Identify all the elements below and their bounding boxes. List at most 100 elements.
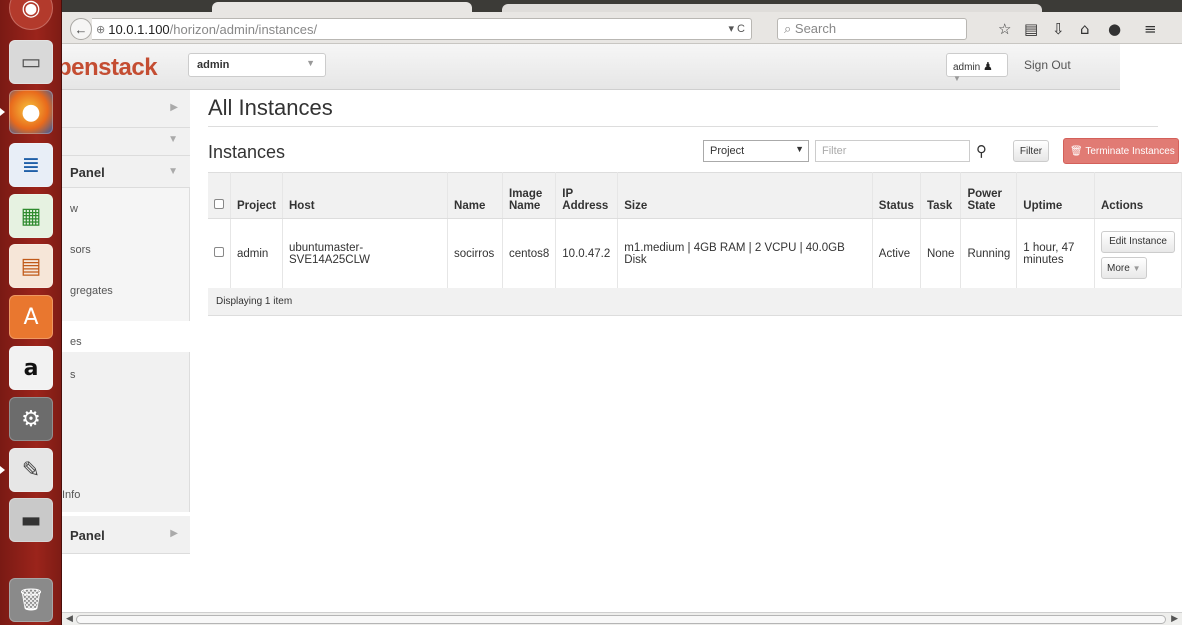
column-header-name[interactable]: Name <box>447 172 503 219</box>
chevron-right-icon: ▶ <box>170 528 178 539</box>
more-actions-button[interactable]: More ▼ <box>1101 256 1147 279</box>
sidebar-item-label: Info <box>62 489 81 501</box>
impress-icon[interactable]: ▤ <box>9 244 53 288</box>
table-footer: Displaying 1 item <box>208 288 1182 316</box>
sidebar-section-admin[interactable]: ▼ <box>62 128 190 156</box>
column-header-project[interactable]: Project <box>230 172 283 219</box>
filter-input[interactable]: Filter <box>815 140 970 162</box>
browser-search-input[interactable]: ⌕ Search <box>777 18 967 40</box>
url-path: /horizon/admin/instances/ <box>169 21 318 37</box>
cell-uptime: 1 hour, 47 minutes <box>1016 218 1095 289</box>
openstack-header: penstack admin ▼ admin ♟ ▼ Sign Out <box>57 44 1120 90</box>
edit-instance-button[interactable]: Edit Instance <box>1101 230 1175 253</box>
search-icon: ⌕ <box>784 21 792 36</box>
column-header-status[interactable]: Status <box>872 172 921 219</box>
sidebar-item-label: es <box>70 336 82 348</box>
filter-field-value: Project <box>710 145 745 157</box>
column-header-image-name[interactable]: Image Name <box>502 172 557 219</box>
home-icon[interactable]: ⌂ <box>1080 20 1090 38</box>
column-header-task[interactable]: Task <box>920 172 962 219</box>
more-label: More <box>1107 262 1130 274</box>
sidebar-panel-identity[interactable]: Panel ▶ <box>62 516 190 554</box>
select-all-checkbox[interactable] <box>214 199 224 209</box>
project-selector-label: admin <box>197 59 230 71</box>
filter-field-select[interactable]: Project ▼ <box>703 140 809 162</box>
search-placeholder: Search <box>794 21 837 36</box>
table-row: admin ubuntumaster-SVE14A25CLW socirros … <box>208 218 1182 289</box>
chat-icon[interactable]: ● <box>1108 20 1121 38</box>
chevron-down-icon: ▼ <box>168 166 178 177</box>
url-host: 10.0.1.100 <box>108 21 170 37</box>
system-settings-icon[interactable]: ⚙ <box>9 397 53 441</box>
select-all-header <box>208 172 231 219</box>
cell-size: m1.medium | 4GB RAM | 2 VCPU | 40.0GB Di… <box>617 218 873 289</box>
ubuntu-dash-icon[interactable]: ◉ <box>9 0 53 30</box>
cell-image-name: centos8 <box>502 218 557 289</box>
chevron-down-icon: ▼ <box>795 144 804 154</box>
terminate-instances-button[interactable]: 🗑 Terminate Instances <box>1063 138 1179 164</box>
bookmarks-list-icon[interactable]: ▤ <box>1024 20 1038 38</box>
back-arrow-icon: ← <box>74 21 88 37</box>
back-button[interactable]: ← <box>70 18 92 40</box>
chevron-down-icon: ▼ <box>306 58 315 68</box>
project-selector[interactable]: admin ▼ <box>188 53 326 77</box>
reload-icon[interactable]: ▾ C <box>728 22 745 35</box>
row-checkbox[interactable] <box>214 247 224 257</box>
sidebar-item-label: gregates <box>70 285 113 297</box>
text-editor-icon[interactable]: ✎ <box>0 448 53 492</box>
calc-icon[interactable]: ▦ <box>9 194 53 238</box>
horizontal-scrollbar[interactable]: ◀ ▶ <box>62 612 1182 625</box>
sidebar-item-host-aggregates[interactable]: gregates <box>62 272 190 312</box>
column-header-host[interactable]: Host <box>282 172 449 219</box>
column-header-ip-address[interactable]: IP Address <box>555 172 619 219</box>
divider <box>208 126 1158 127</box>
sidebar-panel-label: Panel <box>70 165 105 180</box>
column-header-power-state[interactable]: Power State <box>960 172 1018 219</box>
software-center-icon[interactable]: A <box>9 295 53 339</box>
files-icon[interactable]: ▭ <box>9 40 53 84</box>
scrollbar-thumb[interactable] <box>76 615 1166 624</box>
url-bar[interactable]: ⊕ 10.0.1.100/horizon/admin/instances/ ▾ … <box>92 18 752 40</box>
cell-name-link[interactable]: socirros <box>447 218 503 289</box>
writer-icon[interactable]: ≣ <box>9 143 53 187</box>
chevron-down-icon: ▼ <box>953 74 961 83</box>
firefox-icon[interactable]: ● <box>0 90 53 134</box>
trash-icon[interactable]: 🗑 <box>9 578 53 622</box>
logo-text: penstack <box>57 54 158 81</box>
scroll-right-icon[interactable]: ▶ <box>1171 613 1178 624</box>
sidebar-item-hypervisors[interactable]: sors <box>62 231 190 271</box>
sidebar-item-label: w <box>70 203 78 215</box>
sign-out-link[interactable]: Sign Out <box>1024 58 1071 72</box>
page-title: All Instances <box>208 95 333 120</box>
chevron-down-icon: ▼ <box>168 134 178 145</box>
bookmark-star-icon[interactable]: ☆ <box>998 20 1011 38</box>
screen: ◉ ▭ ● ≣ ▦ ▤ A a ⚙ ✎ ▬ 🗑 ← ⊕ 10.0.1.100/h… <box>0 0 1182 625</box>
column-header-size[interactable]: Size <box>617 172 873 219</box>
trash-icon: 🗑 <box>1070 146 1083 157</box>
cell-status: Active <box>872 218 921 289</box>
sidebar-panel-items: w sors gregates <box>62 188 190 321</box>
downloads-icon[interactable]: ⇩ <box>1052 20 1065 38</box>
active-indicator-icon <box>0 108 5 116</box>
globe-icon: ⊕ <box>96 23 106 36</box>
cell-ip-address: 10.0.47.2 <box>555 218 619 289</box>
sidebar-item-system-info[interactable]: Info <box>62 476 190 516</box>
chevron-right-icon: ▶ <box>170 102 178 113</box>
column-header-uptime[interactable]: Uptime <box>1016 172 1095 219</box>
sidebar-section-project[interactable]: ▶ <box>62 90 190 128</box>
sidebar-panel-system[interactable]: Panel ▼ <box>62 156 190 188</box>
cell-power-state: Running <box>960 218 1018 289</box>
user-menu[interactable]: admin ♟ ▼ <box>946 53 1008 83</box>
sidebar-panel-items-lower: s Info <box>62 352 190 512</box>
row-select-cell <box>208 218 231 289</box>
sidebar-item-volumes[interactable]: s <box>62 356 190 396</box>
user-menu-label: admin <box>953 62 981 73</box>
menu-icon[interactable]: ≡ <box>1144 20 1157 38</box>
search-icon[interactable]: ⚲ <box>976 142 987 160</box>
filter-button[interactable]: Filter <box>1013 140 1049 162</box>
scroll-left-icon[interactable]: ◀ <box>66 613 73 624</box>
openstack-logo[interactable]: penstack <box>57 54 158 82</box>
amazon-icon[interactable]: a <box>9 346 53 390</box>
sidebar-item-overview[interactable]: w <box>62 190 190 230</box>
drive-icon[interactable]: ▬ <box>9 498 53 542</box>
